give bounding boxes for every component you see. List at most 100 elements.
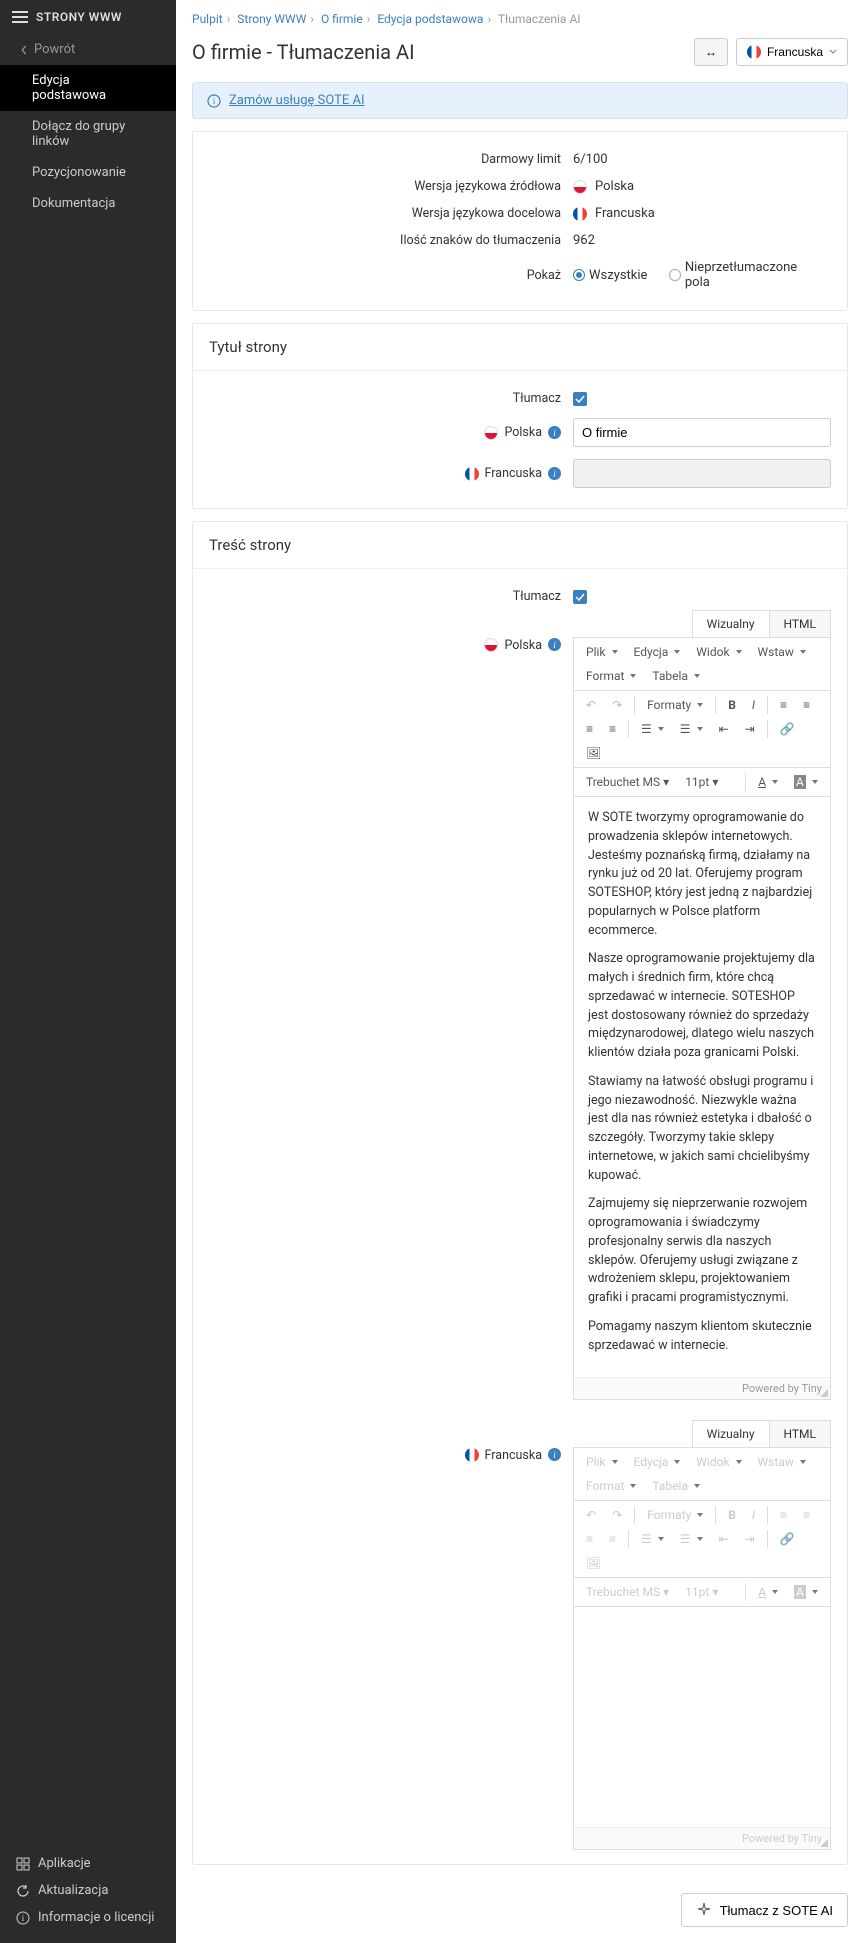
sidebar-item-dolacz[interactable]: Dołącz do grupy linków <box>0 111 176 157</box>
editor-pl: Plik Edycja Widok Wstaw Format Tabela ↶ … <box>573 638 831 1400</box>
undo-icon[interactable]: ↶ <box>580 1505 602 1525</box>
chevron-down-icon <box>829 48 837 56</box>
sidebar-item-pozycjonowanie[interactable]: Pozycjonowanie <box>0 157 176 188</box>
bg-color-icon[interactable]: A <box>788 1582 824 1602</box>
redo-icon[interactable]: ↷ <box>606 1505 628 1525</box>
align-left-icon[interactable]: ≡ <box>774 695 793 715</box>
menu-format[interactable]: Format <box>580 666 642 686</box>
font-size-select[interactable]: 11pt ▾ <box>679 1582 739 1602</box>
indent-icon[interactable]: ⇥ <box>739 719 761 739</box>
editor-menubar-fr: Plik Edycja Widok Wstaw Format Tabela <box>574 1448 830 1501</box>
menu-table[interactable]: Tabela <box>646 666 706 686</box>
lang-select[interactable]: Francuska <box>736 38 848 66</box>
sidebar-item-edycja[interactable]: Edycja podstawowa <box>0 65 176 111</box>
show-label: Pokaż <box>193 268 573 283</box>
tab-html[interactable]: HTML <box>769 610 832 637</box>
footer-licencja[interactable]: i Informacje o licencji <box>0 1904 176 1931</box>
radio-all[interactable]: Wszystkie <box>573 268 647 283</box>
editor-content-fr[interactable] <box>574 1607 830 1827</box>
font-family-select[interactable]: Trebuchet MS ▾ <box>580 1582 675 1602</box>
bold-icon[interactable]: B <box>722 695 742 715</box>
swap-icon: ↔ <box>705 45 717 59</box>
indent-icon[interactable]: ⇥ <box>739 1529 761 1549</box>
banner-link[interactable]: Zamów usługę SOTE AI <box>229 93 365 108</box>
align-left-icon[interactable]: ≡ <box>774 1505 793 1525</box>
link-icon[interactable]: 🔗 <box>774 719 801 739</box>
undo-icon[interactable]: ↶ <box>580 695 602 715</box>
bg-color-icon[interactable]: A <box>788 772 824 792</box>
resize-handle[interactable] <box>818 1387 828 1397</box>
menu-file[interactable]: Plik <box>580 1452 624 1472</box>
bullet-list-icon[interactable]: ☰ <box>635 1529 670 1549</box>
italic-icon[interactable]: I <box>746 1505 761 1525</box>
image-icon[interactable]: 🖼 <box>580 1553 607 1573</box>
info-icon[interactable]: i <box>548 467 561 480</box>
italic-icon[interactable]: I <box>746 695 761 715</box>
link-icon[interactable]: 🔗 <box>774 1529 801 1549</box>
menu-view[interactable]: Widok <box>690 642 747 662</box>
align-justify-icon[interactable]: ≡ <box>603 719 622 739</box>
title-fr-input[interactable] <box>573 459 831 488</box>
menu-edit[interactable]: Edycja <box>628 642 687 662</box>
sidebar-item-dokumentacja[interactable]: Dokumentacja <box>0 188 176 219</box>
tab-visual[interactable]: Wizualny <box>692 610 770 637</box>
font-family-select[interactable]: Trebuchet MS ▾ <box>580 772 675 792</box>
swap-button[interactable]: ↔ <box>694 38 728 66</box>
chars-value: 962 <box>573 233 847 248</box>
editor-content-pl[interactable]: W SOTE tworzymy oprogramowanie do prowad… <box>574 797 830 1377</box>
footer-aplikacje[interactable]: Aplikacje <box>0 1850 176 1877</box>
radio-untranslated[interactable]: Nieprzetłumaczone pola <box>669 260 817 290</box>
menu-format[interactable]: Format <box>580 1476 642 1496</box>
align-right-icon[interactable]: ≡ <box>580 719 599 739</box>
formats-dropdown[interactable]: Formaty <box>641 1505 709 1525</box>
outdent-icon[interactable]: ⇤ <box>713 1529 735 1549</box>
flag-fr-icon <box>465 467 479 481</box>
editor-toolbar2-fr: Trebuchet MS ▾ 11pt ▾ A A <box>574 1578 830 1607</box>
info-icon[interactable]: i <box>548 426 561 439</box>
text-color-icon[interactable]: A <box>752 1582 784 1602</box>
text-color-icon[interactable]: A <box>752 772 784 792</box>
menu-edit[interactable]: Edycja <box>628 1452 687 1472</box>
image-icon[interactable]: 🖼 <box>580 743 607 763</box>
editor-tabs-pl: Wizualny HTML <box>573 610 831 638</box>
content-heading: Treść strony <box>193 522 847 569</box>
bullet-list-icon[interactable]: ☰ <box>635 719 670 739</box>
align-right-icon[interactable]: ≡ <box>580 1529 599 1549</box>
font-size-select[interactable]: 11pt ▾ <box>679 772 739 792</box>
bold-icon[interactable]: B <box>722 1505 742 1525</box>
menu-icon[interactable] <box>12 11 28 23</box>
redo-icon[interactable]: ↷ <box>606 695 628 715</box>
menu-file[interactable]: Plik <box>580 642 624 662</box>
title-pl-input[interactable] <box>573 418 831 447</box>
refresh-icon <box>16 1884 30 1898</box>
breadcrumb-ofirmie[interactable]: O firmie <box>321 12 363 26</box>
translate-ai-button[interactable]: Tłumacz z SOTE AI <box>681 1893 848 1927</box>
menu-table[interactable]: Tabela <box>646 1476 706 1496</box>
align-center-icon[interactable]: ≡ <box>797 1505 816 1525</box>
resize-handle[interactable] <box>818 1837 828 1847</box>
translate-content-checkbox[interactable] <box>573 590 587 604</box>
info-icon[interactable]: i <box>548 638 561 651</box>
formats-dropdown[interactable]: Formaty <box>641 695 709 715</box>
menu-insert[interactable]: Wstaw <box>752 1452 812 1472</box>
translate-label: Tłumacz <box>193 391 573 406</box>
tab-html-fr[interactable]: HTML <box>769 1420 832 1447</box>
align-center-icon[interactable]: ≡ <box>797 695 816 715</box>
footer-aktualizacja[interactable]: Aktualizacja <box>0 1877 176 1904</box>
menu-view[interactable]: Widok <box>690 1452 747 1472</box>
menu-insert[interactable]: Wstaw <box>752 642 812 662</box>
breadcrumb-pulpit[interactable]: Pulpit <box>192 12 223 26</box>
sidebar-back[interactable]: Powrót <box>0 34 176 65</box>
translate-content-label: Tłumacz <box>193 589 573 604</box>
page-header: O firmie - Tłumaczenia AI ↔ Francuska <box>176 30 864 82</box>
breadcrumb-strony[interactable]: Strony WWW <box>237 12 306 26</box>
translate-checkbox[interactable] <box>573 392 587 406</box>
flag-fr-icon <box>573 207 587 221</box>
outdent-icon[interactable]: ⇤ <box>713 719 735 739</box>
breadcrumb-edycja[interactable]: Edycja podstawowa <box>377 12 483 26</box>
number-list-icon[interactable]: ☰ <box>674 1529 709 1549</box>
align-justify-icon[interactable]: ≡ <box>603 1529 622 1549</box>
tab-visual-fr[interactable]: Wizualny <box>692 1420 770 1447</box>
info-icon[interactable]: i <box>548 1448 561 1461</box>
number-list-icon[interactable]: ☰ <box>674 719 709 739</box>
